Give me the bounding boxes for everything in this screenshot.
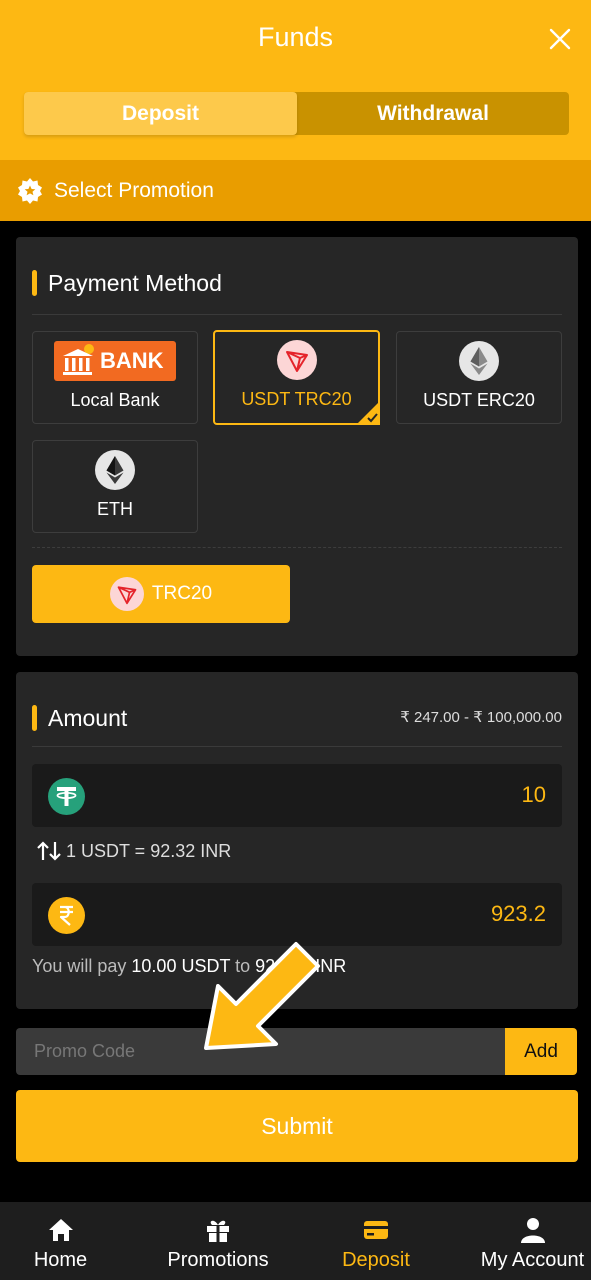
nav-label: Deposit bbox=[342, 1249, 410, 1271]
inr-amount-value: 923.2 bbox=[490, 901, 546, 926]
method-label: USDT ERC20 bbox=[423, 390, 535, 410]
bank-icon: BANK bbox=[54, 341, 176, 381]
payment-method-card: Payment Method BANK Local Bank USDT TRC2… bbox=[16, 237, 578, 656]
funds-tabs: Deposit Withdrawal bbox=[24, 92, 569, 135]
bank-logo-text: BANK bbox=[100, 348, 164, 373]
select-promotion-label: Select Promotion bbox=[54, 178, 214, 202]
method-label: ETH bbox=[97, 499, 133, 519]
badge-icon bbox=[18, 177, 42, 204]
method-usdt-trc20[interactable]: USDT TRC20 bbox=[213, 330, 380, 425]
divider bbox=[32, 314, 562, 315]
method-label: USDT TRC20 bbox=[241, 389, 352, 409]
amount-heading: Amount bbox=[32, 705, 127, 731]
method-eth[interactable]: ETH bbox=[32, 440, 198, 533]
submit-button[interactable]: Submit bbox=[16, 1090, 578, 1162]
channel-trc20-button[interactable]: TRC20 bbox=[32, 565, 290, 623]
arrow-pointer-icon bbox=[204, 942, 320, 1050]
usdt-amount-input[interactable]: 10 bbox=[32, 764, 562, 827]
pay-summary-prefix: You will pay bbox=[32, 956, 132, 976]
tron-icon bbox=[276, 340, 317, 380]
nav-label: My Account bbox=[480, 1249, 585, 1271]
rupee-icon bbox=[48, 897, 85, 934]
ethereum-icon bbox=[459, 341, 499, 381]
add-promo-button[interactable]: Add bbox=[505, 1028, 577, 1075]
gift-icon bbox=[207, 1220, 229, 1242]
nav-my-account[interactable]: My Account bbox=[474, 1202, 591, 1280]
bottom-nav: Home Promotions Deposit My Account bbox=[0, 1202, 591, 1280]
divider bbox=[32, 746, 562, 747]
method-label: Local Bank bbox=[70, 390, 160, 410]
channel-label: TRC20 bbox=[151, 583, 213, 604]
exchange-rate-text: 1 USDT = 92.32 INR bbox=[66, 840, 232, 861]
tron-icon bbox=[109, 577, 144, 611]
usdt-amount-value: 10 bbox=[521, 782, 546, 807]
accent-bar bbox=[32, 270, 37, 296]
amount-title: Amount bbox=[48, 704, 128, 731]
nav-label: Home bbox=[33, 1249, 88, 1271]
tether-icon bbox=[48, 778, 85, 815]
page-title: Funds bbox=[257, 22, 334, 52]
payment-method-heading: Payment Method bbox=[32, 270, 222, 296]
tab-withdrawal[interactable]: Withdrawal bbox=[297, 92, 569, 135]
home-icon bbox=[48, 1219, 73, 1241]
nav-home[interactable]: Home bbox=[0, 1202, 121, 1280]
accent-bar bbox=[32, 705, 37, 731]
tab-deposit[interactable]: Deposit bbox=[24, 92, 297, 135]
funds-header: Funds Deposit Withdrawal bbox=[0, 0, 591, 160]
close-icon[interactable] bbox=[545, 24, 575, 54]
amount-range: ₹ 247.00 - ₹ 100,000.00 bbox=[400, 709, 562, 726]
selected-check-icon bbox=[356, 401, 380, 425]
nav-label: Promotions bbox=[167, 1249, 269, 1271]
ethereum-icon bbox=[95, 450, 135, 490]
exchange-rate: 1 USDT = 92.32 INR bbox=[36, 840, 231, 862]
payment-method-title: Payment Method bbox=[48, 269, 222, 296]
nav-deposit[interactable]: Deposit bbox=[320, 1202, 432, 1280]
swap-icon bbox=[37, 841, 61, 861]
method-local-bank[interactable]: BANK Local Bank bbox=[32, 331, 198, 424]
select-promotion-bar[interactable]: Select Promotion bbox=[0, 160, 591, 221]
divider bbox=[32, 547, 562, 548]
user-icon bbox=[520, 1218, 545, 1243]
card-icon bbox=[364, 1221, 388, 1239]
method-usdt-erc20[interactable]: USDT ERC20 bbox=[396, 331, 562, 424]
nav-promotions[interactable]: Promotions bbox=[150, 1202, 286, 1280]
